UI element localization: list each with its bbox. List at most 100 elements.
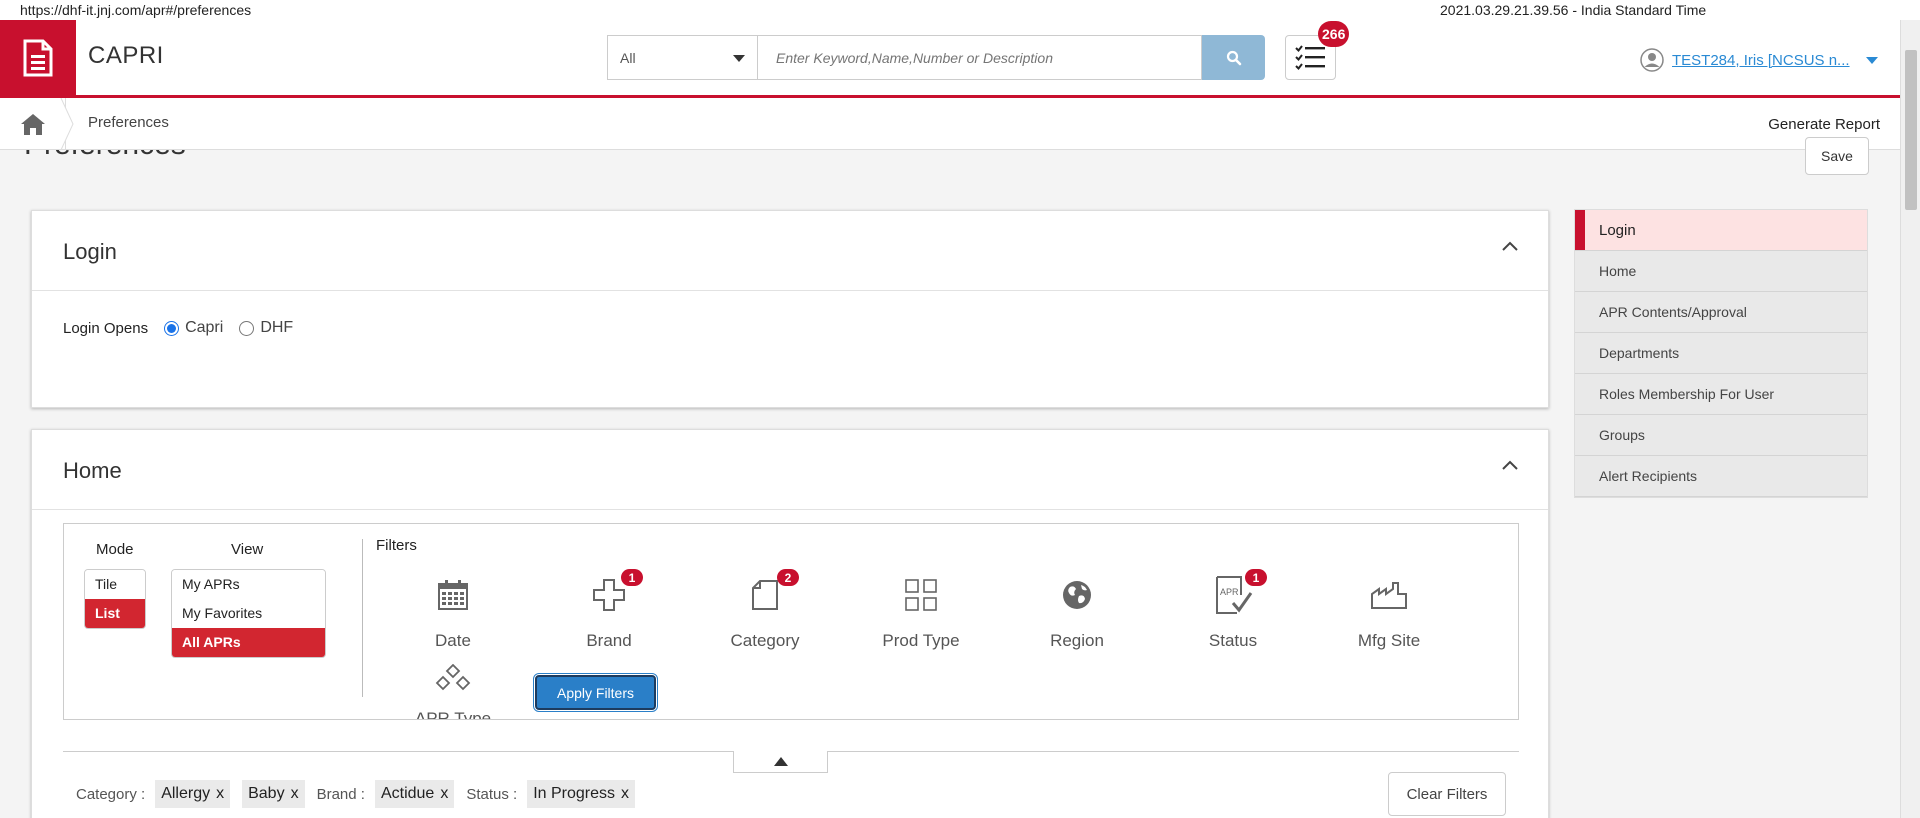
- filter-status[interactable]: APR 1 Status: [1183, 569, 1283, 651]
- filter-apr-type[interactable]: APR Type: [403, 659, 503, 719]
- filter-chip-text: Allergy: [161, 785, 211, 802]
- filter-brand-label: Brand: [586, 631, 632, 650]
- filter-chip-text: Baby: [248, 785, 285, 802]
- preferences-section-nav: Login Home APR Contents/Approval Departm…: [1574, 209, 1868, 498]
- filter-date-label: Date: [435, 631, 471, 650]
- document-icon: [752, 580, 778, 610]
- diamonds-icon: [435, 664, 471, 691]
- view-label: View: [231, 541, 264, 558]
- filter-region[interactable]: Region: [1027, 569, 1127, 651]
- page-scrollbar[interactable]: [1900, 20, 1920, 818]
- factory-icon: [1371, 582, 1407, 609]
- remove-chip-icon[interactable]: x: [216, 785, 224, 803]
- breadcrumb-separator-icon: [60, 98, 74, 150]
- login-opens-row: Login Opens Capri DHF: [63, 319, 293, 337]
- filter-mfg-site[interactable]: Mfg Site: [1339, 569, 1439, 651]
- filter-brand[interactable]: 1 Brand: [559, 569, 659, 651]
- filter-region-label: Region: [1050, 631, 1104, 650]
- nav-item-apr-contents-approval[interactable]: APR Contents/Approval: [1575, 292, 1867, 333]
- status-filter-label: Status :: [466, 785, 518, 803]
- brand-filter-label: Brand :: [316, 785, 365, 803]
- breadcrumb-home[interactable]: [0, 98, 66, 150]
- globe-icon: [1063, 581, 1091, 609]
- filter-chip-actidue: Actidue x: [374, 780, 455, 808]
- filter-date[interactable]: Date: [403, 569, 503, 651]
- timestamp: 2021.03.29.21.39.56 - India Standard Tim…: [1440, 2, 1707, 18]
- apply-filters-button[interactable]: Apply Filters: [533, 673, 658, 712]
- checklist-icon: [1294, 44, 1325, 70]
- calendar-icon: [438, 580, 468, 610]
- nav-item-login[interactable]: Login: [1575, 210, 1867, 251]
- filter-category[interactable]: 2 Category: [715, 569, 815, 651]
- user-name-link[interactable]: TEST284, Iris [NCSUS n...: [1672, 52, 1850, 69]
- mode-list: Tile List: [84, 569, 146, 629]
- page-url: https://dhf-it.jnj.com/apr#/preferences: [20, 2, 252, 18]
- filter-box: Mode View Tile List My APRs My Favorites…: [63, 523, 1519, 720]
- view-option-all-aprs[interactable]: All APRs: [172, 628, 325, 657]
- home-panel: Home Mode View Tile List My APRs My Favo…: [31, 429, 1549, 818]
- chevron-down-icon[interactable]: [1865, 56, 1878, 64]
- radio-dhf-label: DHF: [260, 319, 294, 336]
- view-option-my-favorites[interactable]: My Favorites: [172, 599, 325, 628]
- app-name: CAPRI: [88, 42, 164, 69]
- divider: [362, 539, 363, 697]
- login-opens-label: Login Opens: [63, 319, 149, 337]
- chevron-down-icon: [733, 55, 745, 62]
- filter-brand-badge: 1: [621, 569, 643, 586]
- breadcrumb-current: Preferences: [88, 114, 169, 131]
- document-logo-icon: [23, 39, 53, 77]
- remove-chip-icon[interactable]: x: [440, 785, 448, 803]
- search-scope-value: All: [620, 50, 636, 66]
- global-search: All: [607, 35, 1265, 80]
- nav-item-alert-recipients[interactable]: Alert Recipients: [1575, 456, 1867, 497]
- scrollbar-thumb[interactable]: [1905, 50, 1917, 210]
- active-filters: Category : Allergy x Baby x Brand : Acti…: [76, 780, 647, 808]
- search-input[interactable]: [757, 35, 1202, 80]
- filter-chip-allergy: Allergy x: [155, 780, 231, 808]
- nav-item-departments[interactable]: Departments: [1575, 333, 1867, 374]
- filter-chip-text: In Progress: [533, 785, 615, 802]
- remove-chip-icon[interactable]: x: [291, 785, 299, 803]
- browser-status-bar: https://dhf-it.jnj.com/apr#/preferences …: [0, 0, 1920, 20]
- generate-report-link[interactable]: Generate Report: [1768, 116, 1880, 133]
- filter-prod-type[interactable]: Prod Type: [871, 569, 971, 651]
- nav-item-roles-membership[interactable]: Roles Membership For User: [1575, 374, 1867, 415]
- view-option-my-aprs[interactable]: My APRs: [172, 570, 325, 599]
- app-header: CAPRI All 266 TEST284,: [0, 20, 1920, 98]
- radio-capri[interactable]: [164, 320, 180, 336]
- app-logo[interactable]: [0, 20, 76, 96]
- search-scope-select[interactable]: All: [607, 35, 757, 80]
- search-button[interactable]: [1202, 35, 1265, 80]
- filter-chip-in-progress: In Progress x: [527, 780, 635, 808]
- radio-dhf[interactable]: [239, 320, 255, 336]
- filter-status-badge: 1: [1245, 569, 1267, 586]
- nav-item-home[interactable]: Home: [1575, 251, 1867, 292]
- home-panel-header[interactable]: Home: [32, 430, 1548, 510]
- home-icon: [20, 114, 45, 135]
- nav-item-groups[interactable]: Groups: [1575, 415, 1867, 456]
- chevron-up-icon[interactable]: [1502, 241, 1518, 251]
- chevron-up-icon[interactable]: [1502, 460, 1518, 470]
- remove-chip-icon[interactable]: x: [621, 785, 629, 803]
- breadcrumb: Preferences Generate Report: [0, 98, 1900, 150]
- filter-chip-baby: Baby x: [242, 780, 305, 808]
- clear-filters-button[interactable]: Clear Filters: [1388, 772, 1506, 816]
- filter-status-label: Status: [1208, 631, 1258, 650]
- home-panel-title: Home: [63, 458, 122, 483]
- mode-option-tile[interactable]: Tile: [85, 570, 145, 599]
- collapse-filters-toggle[interactable]: [733, 751, 828, 773]
- filter-category-label: Category: [730, 631, 800, 650]
- grid-icon: [905, 579, 937, 611]
- filter-prod-type-label: Prod Type: [882, 631, 960, 650]
- plus-outline-icon: [593, 579, 625, 611]
- user-menu[interactable]: TEST284, Iris [NCSUS n...: [1640, 48, 1878, 72]
- search-icon: [1226, 50, 1241, 65]
- view-list: My APRs My Favorites All APRs: [171, 569, 326, 658]
- login-panel: Login Login Opens Capri DHF: [31, 210, 1549, 408]
- save-button[interactable]: Save: [1805, 137, 1869, 175]
- mode-label: Mode: [96, 541, 134, 558]
- tasks-count-badge: 266: [1318, 21, 1350, 47]
- user-avatar-icon: [1640, 48, 1664, 72]
- mode-option-list[interactable]: List: [85, 599, 145, 628]
- login-panel-header[interactable]: Login: [32, 211, 1548, 291]
